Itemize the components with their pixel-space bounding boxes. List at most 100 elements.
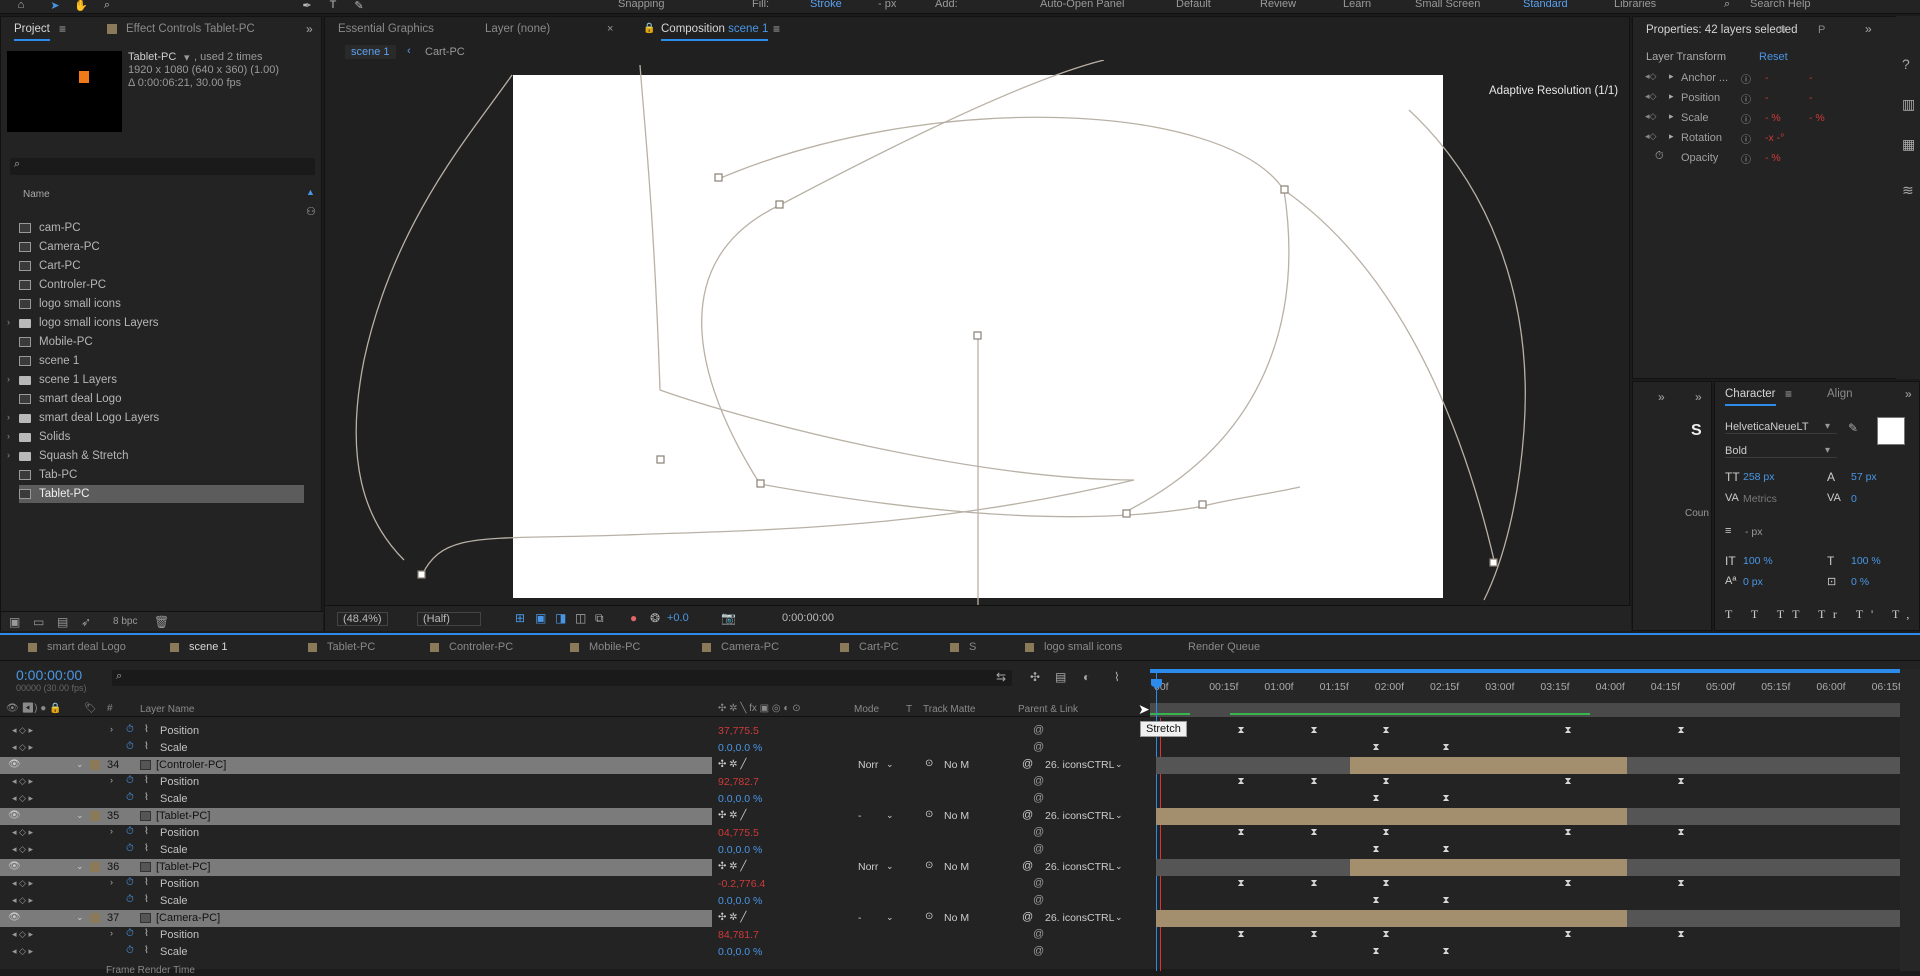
label-color[interactable]: [90, 811, 100, 821]
expand-arrow-icon[interactable]: ▸: [1669, 71, 1674, 82]
property-row[interactable]: ◂ ◇ ▸ ⏱ ⌇ Scale 0.0,0.0 % @ ⧗ ⧗: [0, 944, 1920, 961]
stroke-width-value[interactable]: - px: [1745, 526, 1763, 538]
layer-row[interactable]: 👁 ⌄ 37 [Camera-PC] ✣ ✲ ╱ - ⌄ ⊙ No M @26. iconsCTR…: [0, 910, 1920, 927]
pickwhip-icon[interactable]: @: [1022, 911, 1033, 923]
pickwhip-icon[interactable]: @: [1033, 826, 1044, 838]
tab-character[interactable]: Character: [1725, 388, 1776, 406]
expand-arrow-icon[interactable]: ›: [7, 431, 10, 441]
timeline-tab[interactable]: Camera-PC: [702, 641, 779, 653]
mask-icon[interactable]: ◫: [575, 611, 586, 625]
composition-flowchart-icon[interactable]: ⇆: [996, 670, 1006, 684]
lock-icon[interactable]: 🔒: [643, 23, 655, 34]
frame-blending-icon[interactable]: ▤: [1055, 670, 1066, 684]
tab-project[interactable]: Project: [14, 23, 50, 41]
fill-color-swatch[interactable]: [1877, 417, 1905, 445]
eye-icon[interactable]: 👁: [8, 912, 21, 923]
switches-icon[interactable]: ✣ ✲ ╱: [718, 861, 746, 872]
pickwhip-icon[interactable]: @: [1022, 860, 1033, 872]
resolution-select[interactable]: (Half): [417, 612, 481, 626]
transform-row[interactable]: ◂◇ ▸ Position ⓘ - -: [1641, 90, 1911, 108]
keyframe-nav-icon[interactable]: ◂ ◇ ▸: [12, 793, 33, 804]
layer-row[interactable]: 👁 ⌄ 35 [Tablet-PC] ✣ ✲ ╱ - ⌄ ⊙ No M @26. iconsCTR…: [0, 808, 1920, 825]
keyframe-icon[interactable]: ⧗: [1381, 929, 1391, 940]
expand-arrow-icon[interactable]: ›: [7, 374, 10, 384]
font-size-value[interactable]: 258 px: [1743, 471, 1775, 483]
trash-icon[interactable]: 🗑: [154, 615, 169, 629]
stopwatch-icon[interactable]: ⏱: [126, 826, 134, 837]
project-item[interactable]: Tab-PC: [19, 466, 304, 484]
region-icon[interactable]: ▣: [535, 611, 546, 625]
workspace-small-screen[interactable]: Small Screen: [1415, 0, 1480, 10]
keyframe-icon[interactable]: ⧗: [1381, 725, 1391, 736]
project-search-input[interactable]: ⌕: [10, 158, 315, 175]
pickwhip-icon[interactable]: @: [1033, 945, 1044, 957]
search-icon[interactable]: ⌕: [1724, 0, 1730, 11]
blend-mode-select[interactable]: -: [858, 810, 862, 822]
project-item[interactable]: Mobile-PC: [19, 333, 304, 351]
keyframe-nav-icon[interactable]: ◂◇: [1645, 91, 1656, 102]
keyframe-nav-icon[interactable]: ◂ ◇ ▸: [12, 725, 33, 736]
keyframe-icon[interactable]: ⧗: [1441, 742, 1451, 753]
keyframe-nav-icon[interactable]: ◂ ◇ ▸: [12, 878, 33, 889]
pickwhip-icon[interactable]: @: [1033, 741, 1044, 753]
expand-arrow-icon[interactable]: ▸: [1669, 111, 1674, 122]
transform-row[interactable]: ◂◇ ▸ Scale ⓘ - % - %: [1641, 110, 1911, 128]
panel-overflow-icon[interactable]: »: [306, 22, 313, 36]
property-row[interactable]: ◂ ◇ ▸ ⏱ ⌇ Scale 0.0,0.0 % @ ⧗ ⧗: [0, 842, 1920, 859]
layer-active-range[interactable]: [1350, 859, 1627, 876]
pickwhip-icon[interactable]: @: [1022, 758, 1033, 770]
panel-overflow-icon[interactable]: »: [1695, 390, 1702, 404]
fill-label[interactable]: Fill:: [752, 0, 769, 10]
pickwhip-icon[interactable]: @: [1022, 809, 1033, 821]
expand-arrow-icon[interactable]: ›: [110, 826, 113, 836]
expand-arrow-icon[interactable]: ›: [110, 928, 113, 938]
timeline-timecode[interactable]: 0:00:00:00: [16, 667, 82, 683]
label-color[interactable]: [90, 862, 100, 872]
track-matte-select[interactable]: No M: [944, 861, 969, 873]
3d-icon[interactable]: ⧉: [595, 611, 604, 626]
sort-arrow-icon[interactable]: ▲: [306, 187, 315, 197]
switches-icon[interactable]: ✣ ✲ ╱: [718, 759, 746, 770]
transform-value-2[interactable]: -: [1809, 72, 1813, 84]
panel-overflow-icon[interactable]: »: [1865, 22, 1872, 36]
keyframe-icon[interactable]: ⧗: [1563, 827, 1573, 838]
column-parent[interactable]: Parent & Link: [1018, 704, 1078, 715]
column-track-matte[interactable]: Track Matte: [923, 704, 975, 715]
horizontal-scale-value[interactable]: 100 %: [1851, 555, 1881, 567]
transform-value-2[interactable]: - %: [1809, 112, 1825, 124]
tracking-value[interactable]: 0: [1851, 493, 1857, 505]
stopwatch-icon[interactable]: ⓘ: [1741, 131, 1751, 146]
keyframe-icon[interactable]: ⧗: [1381, 878, 1391, 889]
label-color[interactable]: [90, 913, 100, 923]
project-item[interactable]: Solids: [19, 428, 304, 446]
expand-arrow-icon[interactable]: ›: [110, 724, 113, 734]
project-item[interactable]: scene 1 Layers: [19, 371, 304, 389]
link-icon[interactable]: ⊙: [925, 911, 933, 922]
stopwatch-icon[interactable]: ⓘ: [1741, 151, 1751, 166]
motion-paths[interactable]: [324, 60, 1630, 605]
expand-arrow-icon[interactable]: ›: [7, 412, 10, 422]
keyframe-icon[interactable]: ⧗: [1563, 725, 1573, 736]
brush-tool-icon[interactable]: ✎: [352, 0, 366, 12]
collapse-arrow-icon[interactable]: ⌄: [76, 810, 84, 821]
timeline-tab[interactable]: Cart-PC: [840, 641, 899, 653]
keyframe-nav-icon[interactable]: ◂ ◇ ▸: [12, 929, 33, 940]
libraries-icon[interactable]: ▦: [1902, 136, 1915, 153]
eyedropper-icon[interactable]: ✎: [1848, 421, 1858, 435]
keyframe-icon[interactable]: ⧗: [1371, 895, 1381, 906]
layers-icon[interactable]: ≋: [1902, 182, 1914, 199]
transform-row[interactable]: ⏱ Opacity ⓘ - %: [1641, 150, 1911, 168]
layer-name[interactable]: [Tablet-PC]: [156, 810, 210, 822]
project-item[interactable]: Controler-PC: [19, 276, 304, 294]
search-help[interactable]: Search Help: [1750, 0, 1811, 10]
keyframe-icon[interactable]: ⧗: [1676, 725, 1686, 736]
property-row[interactable]: ◂ ◇ ▸ › ⏱ ⌇ Position 92,782.7 @ ⧗ ⧗ ⧗ ⧗ ⧗: [0, 774, 1920, 791]
layer-row[interactable]: 👁 ⌄ 34 [Controler-PC] ✣ ✲ ╱ Norr ⌄ ⊙ No M @26. ic…: [0, 757, 1920, 774]
column-t[interactable]: T: [906, 704, 912, 715]
menu-icon[interactable]: ≡: [1779, 22, 1786, 36]
timeline-tab[interactable]: smart deal Logo: [28, 641, 126, 653]
keyframe-icon[interactable]: ⧗: [1441, 895, 1451, 906]
stopwatch-icon[interactable]: ⏱: [126, 894, 134, 905]
blend-mode-select[interactable]: Norr: [858, 759, 878, 771]
keyframe-nav-icon[interactable]: ◂◇: [1645, 111, 1656, 122]
